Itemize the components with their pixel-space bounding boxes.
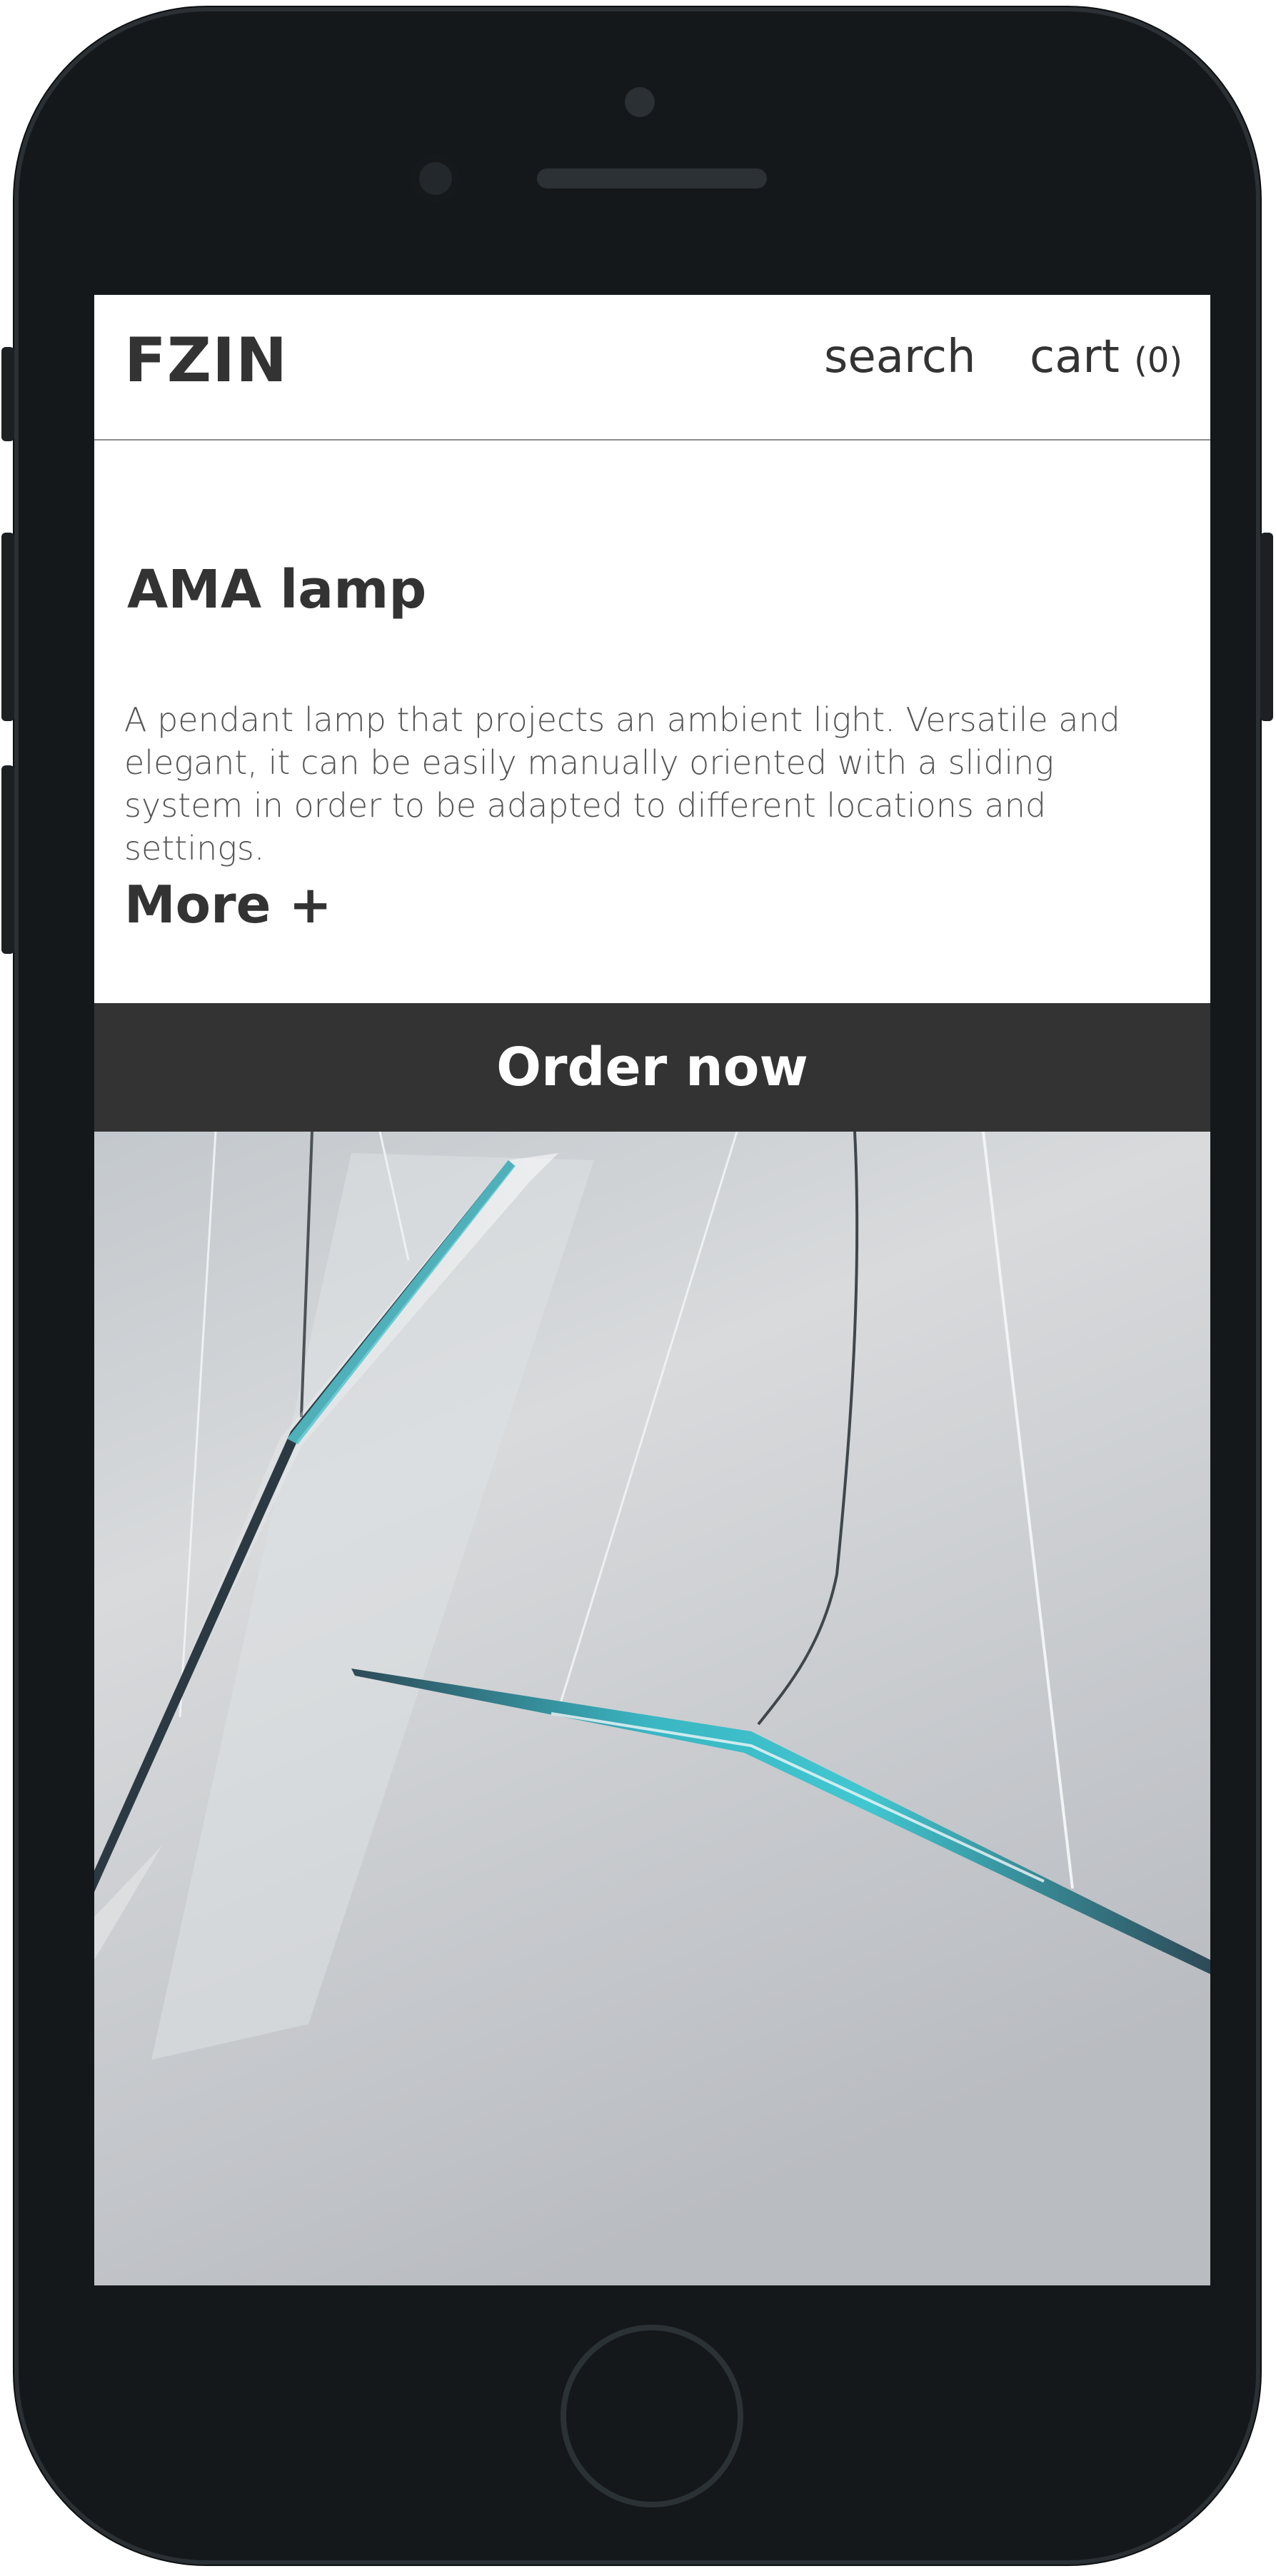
brand-logo[interactable]: FZIN <box>124 325 288 396</box>
top-navigation-bar: FZIN search cart (0) <box>94 295 1210 441</box>
phone-frame: FZIN search cart (0) AMA lamp A pendant … <box>1 7 1273 2565</box>
order-now-button[interactable]: Order now <box>94 1003 1210 1132</box>
order-now-label: Order now <box>496 1037 808 1098</box>
earpiece-speaker <box>537 168 767 188</box>
cart-label: cart <box>1030 331 1120 383</box>
cart-count: (0) <box>1134 341 1183 381</box>
front-camera-icon <box>412 155 459 202</box>
home-button[interactable] <box>561 2325 743 2507</box>
volume-up-button <box>1 533 14 721</box>
camera-icon <box>625 87 655 117</box>
cart-link[interactable]: cart (0) <box>1030 331 1182 383</box>
product-description: A pendant lamp that projects an ambient … <box>124 700 1120 867</box>
screen: FZIN search cart (0) AMA lamp A pendant … <box>94 295 1210 2285</box>
more-link[interactable]: More + <box>124 875 332 935</box>
volume-down-button <box>1 765 14 954</box>
search-link[interactable]: search <box>824 331 976 383</box>
product-title: AMA lamp <box>127 559 427 620</box>
power-button <box>1260 533 1273 721</box>
product-photo <box>94 1132 1210 2285</box>
mute-switch <box>1 347 14 441</box>
